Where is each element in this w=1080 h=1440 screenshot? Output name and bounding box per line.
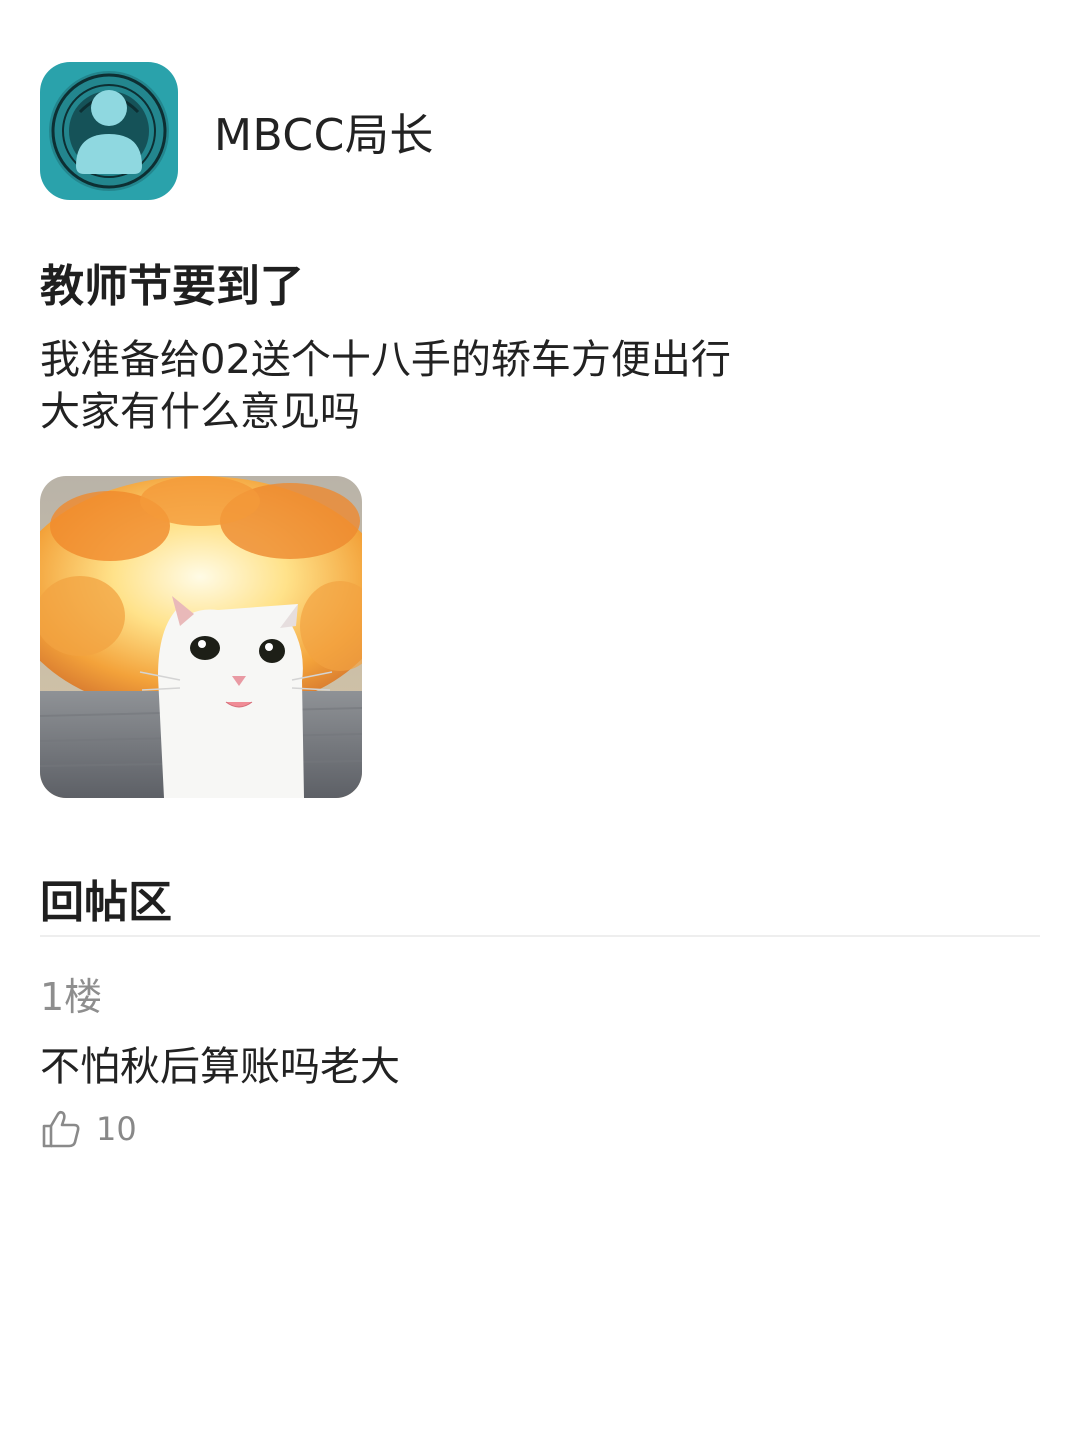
thumbs-up-icon — [42, 1110, 80, 1148]
reply-text: 不怕秋后算账吗老大 — [40, 1044, 400, 1090]
post-header: MBCC局长 — [40, 62, 434, 200]
post-title: 教师节要到了 — [40, 261, 304, 312]
section-divider — [40, 935, 1040, 937]
reply-section-title: 回帖区 — [40, 877, 172, 928]
post-body-line: 大家有什么意见吗 — [40, 389, 360, 435]
post-body: 我准备给02送个十八手的轿车方便出行 大家有什么意见吗 — [40, 334, 1040, 438]
avatar-seal-icon — [40, 62, 178, 200]
author-avatar[interactable] — [40, 62, 178, 200]
author-name[interactable]: MBCC局长 — [214, 99, 434, 163]
like-count: 10 — [96, 1110, 137, 1148]
post-body-line: 我准备给02送个十八手的轿车方便出行 — [40, 337, 731, 383]
like-button[interactable]: 10 — [40, 1108, 137, 1150]
reply-floor-label: 1楼 — [40, 975, 103, 1019]
post-image-cat-explosion[interactable] — [40, 476, 362, 798]
cat-explosion-image — [40, 476, 362, 798]
